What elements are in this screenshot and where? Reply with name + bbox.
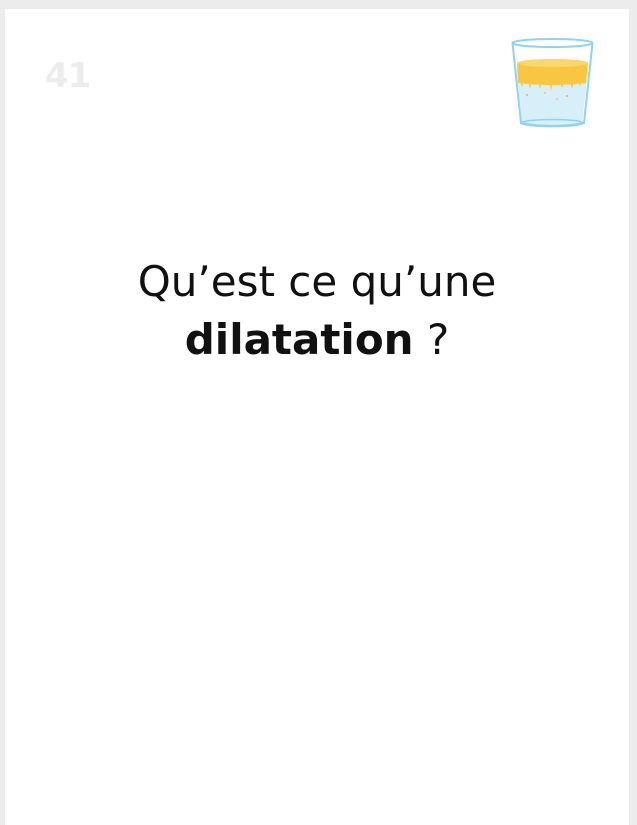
- question-text: Qu’est ce qu’une dilatation ?: [5, 253, 629, 369]
- question-line-2: dilatation ?: [5, 311, 629, 369]
- card-number: 41: [45, 56, 91, 96]
- question-mark: ?: [413, 315, 450, 364]
- question-card: 41 Qu’est ce qu’une dilatation ?: [5, 9, 629, 825]
- glass-of-liquid-icon: [511, 38, 594, 128]
- question-line-1: Qu’est ce qu’une: [137, 257, 497, 306]
- question-keyword: dilatation: [184, 315, 414, 364]
